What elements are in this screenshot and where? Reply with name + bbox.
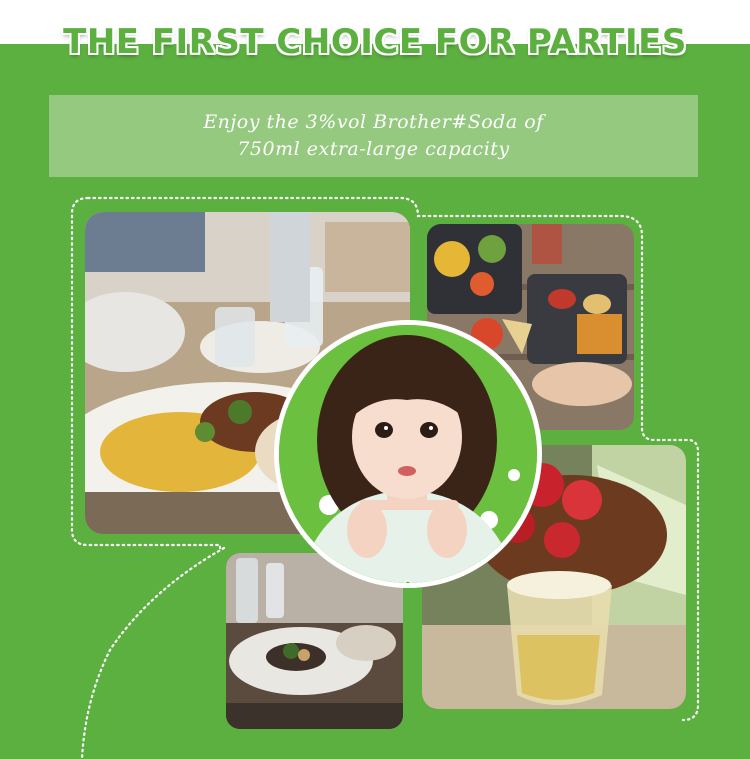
portrait-image: #미안해 [279, 325, 537, 583]
portrait-circle: #미안해 [274, 320, 542, 588]
hashtag-text: #미안해 [365, 574, 462, 583]
